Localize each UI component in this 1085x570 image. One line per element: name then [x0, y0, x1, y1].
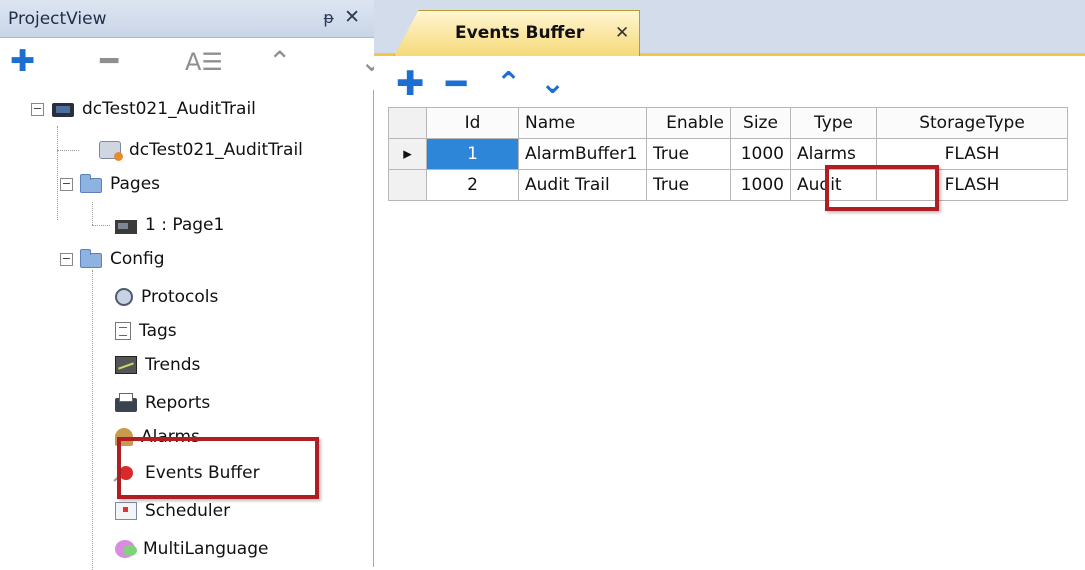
- speech-bubble-icon: [115, 540, 137, 558]
- editor-toolbar: ✚ ━ ⌃ ⌄: [388, 64, 1068, 108]
- tree-node-tags[interactable]: Tags: [115, 314, 177, 348]
- tree-node-label: 1 : Page1: [145, 215, 225, 235]
- tree-node-trends[interactable]: Trends: [115, 348, 200, 382]
- cell-name[interactable]: AlarmBuffer1: [518, 138, 647, 170]
- row-selector-arrow[interactable]: ▸: [388, 138, 427, 170]
- tree-node-reports[interactable]: Reports: [115, 386, 210, 420]
- column-header-storagetype[interactable]: StorageType: [876, 107, 1068, 139]
- tree-node-label: Reports: [145, 393, 211, 413]
- row-selector[interactable]: [388, 169, 427, 201]
- collapse-toggle[interactable]: −: [60, 178, 73, 191]
- column-header-enable[interactable]: Enable: [646, 107, 731, 139]
- tab-label: Events Buffer: [455, 23, 585, 43]
- folder-icon: [80, 174, 102, 193]
- column-header-size[interactable]: Size: [730, 107, 791, 139]
- editor-area: Events Buffer ✕ ✚ ━ ⌃ ⌄ Id Name Enable S…: [374, 0, 1085, 567]
- minus-icon[interactable]: ━: [100, 40, 118, 84]
- cell-size[interactable]: 1000: [730, 169, 791, 201]
- tree-node-pages[interactable]: Pages: [80, 167, 160, 201]
- tree-node-label: Tags: [139, 321, 177, 341]
- table-row[interactable]: 2 Audit Trail True 1000 Audit FLASH: [388, 169, 1068, 201]
- minus-icon[interactable]: ━: [446, 64, 466, 104]
- pin-icon[interactable]: ᵽ: [323, 8, 334, 27]
- page-icon: [115, 219, 137, 234]
- tree-line: [92, 270, 93, 570]
- tree-line: [92, 202, 93, 225]
- grid-header-row: Id Name Enable Size Type StorageType: [388, 107, 1068, 139]
- tree-node-label: dcTest021_AuditTrail: [129, 140, 303, 160]
- cell-enable[interactable]: True: [646, 169, 731, 201]
- cell-id[interactable]: 1: [426, 138, 519, 170]
- cell-id[interactable]: 2: [426, 169, 519, 201]
- properties-icon[interactable]: A☰: [185, 40, 223, 84]
- tree-node-label: Scheduler: [145, 501, 231, 521]
- tab-events-buffer[interactable]: Events Buffer ✕: [394, 10, 640, 56]
- chevron-up-icon[interactable]: ⌃: [268, 40, 291, 84]
- tree-node-label: Protocols: [141, 287, 219, 307]
- document-tab-strip: Events Buffer ✕: [374, 0, 1085, 56]
- trends-icon: [115, 356, 137, 374]
- column-header-id[interactable]: Id: [426, 107, 519, 139]
- cell-size[interactable]: 1000: [730, 138, 791, 170]
- device-icon: [99, 141, 123, 161]
- tree-node-label: Trends: [145, 355, 201, 375]
- project-view-toolbar: ✚ ━ A☰ ⌃ ⌄: [0, 38, 374, 90]
- printer-icon: [115, 393, 137, 412]
- tree-node-multilanguage[interactable]: MultiLanguage: [115, 532, 268, 566]
- tree-node-scheduler[interactable]: Scheduler: [115, 494, 230, 528]
- tree-node-label: dcTest021_AuditTrail: [82, 99, 256, 119]
- tree-node-protocols[interactable]: Protocols: [115, 280, 218, 314]
- events-buffer-grid: Id Name Enable Size Type StorageType ▸ 1…: [388, 107, 1068, 201]
- row-header-corner: [388, 107, 427, 139]
- tree-node-page1[interactable]: 1 : Page1: [115, 208, 224, 242]
- highlight-box-events-buffer: [117, 437, 319, 499]
- cell-enable[interactable]: True: [646, 138, 731, 170]
- chevron-down-icon[interactable]: ⌄: [360, 40, 374, 84]
- plus-icon[interactable]: ✚: [396, 64, 425, 104]
- tree-node-label: Config: [110, 249, 165, 269]
- scheduler-icon: [115, 502, 137, 520]
- column-header-name[interactable]: Name: [518, 107, 647, 139]
- column-header-type[interactable]: Type: [790, 107, 877, 139]
- collapse-toggle[interactable]: −: [31, 103, 44, 116]
- folder-icon: [80, 249, 102, 268]
- tree-node-label: MultiLanguage: [143, 539, 269, 559]
- tree-node-device[interactable]: dcTest021_AuditTrail: [99, 133, 303, 167]
- tags-icon: [115, 322, 131, 340]
- close-icon[interactable]: ✕: [615, 23, 629, 43]
- close-icon[interactable]: ✕: [344, 6, 360, 28]
- highlight-box-audit-type: [825, 165, 939, 211]
- cell-name[interactable]: Audit Trail: [518, 169, 647, 201]
- tree-line: [92, 225, 110, 226]
- plus-icon[interactable]: ✚: [10, 40, 35, 84]
- project-view-titlebar: ProjectView ᵽ ✕: [0, 0, 374, 38]
- chevron-down-icon[interactable]: ⌄: [540, 64, 565, 104]
- monitor-icon: [52, 103, 74, 117]
- project-view-panel: ProjectView ᵽ ✕ ✚ ━ A☰ ⌃ ⌄ − dcTest021_A…: [0, 0, 374, 570]
- project-view-title: ProjectView: [8, 9, 107, 29]
- tree-line: [57, 150, 79, 151]
- tree-node-project[interactable]: dcTest021_AuditTrail: [52, 92, 256, 126]
- collapse-toggle[interactable]: −: [60, 253, 73, 266]
- tree-node-label: Pages: [110, 174, 161, 194]
- protocol-icon: [115, 288, 133, 306]
- tree-node-config[interactable]: Config: [80, 242, 165, 276]
- chevron-up-icon[interactable]: ⌃: [496, 64, 521, 104]
- table-row[interactable]: ▸ 1 AlarmBuffer1 True 1000 Alarms FLASH: [388, 138, 1068, 170]
- tree-line: [57, 126, 58, 220]
